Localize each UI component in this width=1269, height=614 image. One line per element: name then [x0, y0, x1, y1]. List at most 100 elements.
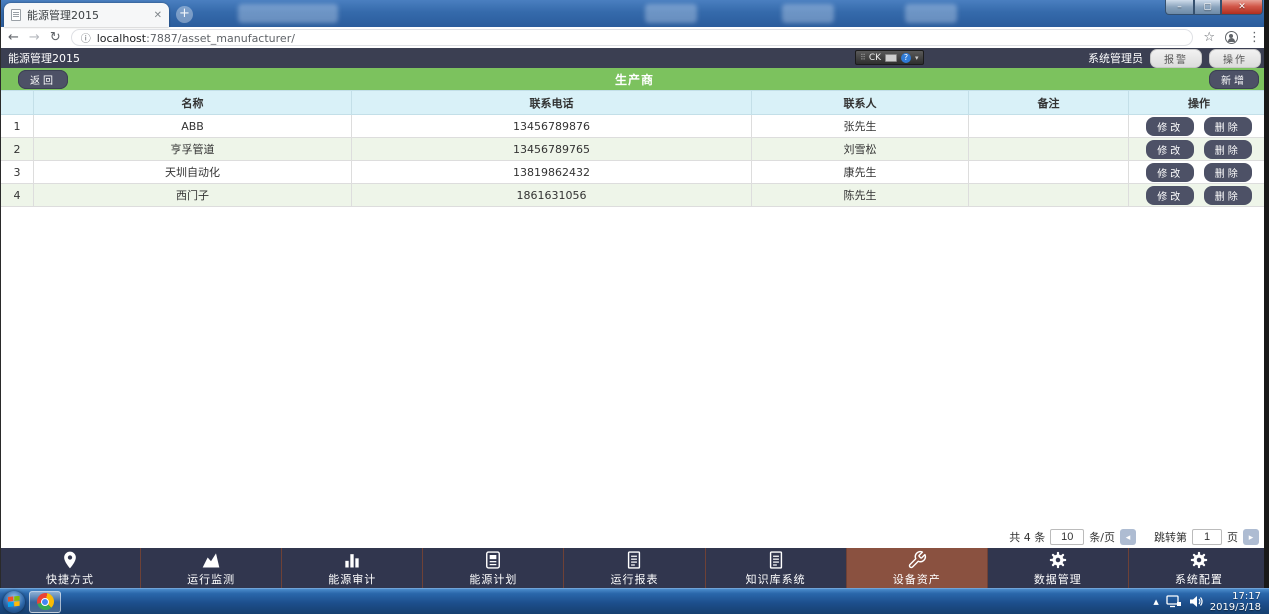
nav-item-equipment-assets[interactable]: 设备资产	[846, 548, 987, 588]
speaker-icon[interactable]	[1189, 595, 1203, 608]
nav-label: 快捷方式	[46, 571, 94, 587]
col-remark: 备注	[969, 91, 1129, 115]
profile-icon[interactable]	[1225, 31, 1238, 44]
app-header: 能源管理2015 ⠿ CK ? ▾ 系统管理员 报警 操作	[0, 48, 1269, 68]
modify-button[interactable]: 修改	[1146, 117, 1194, 136]
cell-contact: 陈先生	[752, 184, 969, 207]
cell-remark	[969, 161, 1129, 184]
delete-button[interactable]: 删除	[1204, 140, 1252, 159]
back-button[interactable]: 返回	[18, 70, 68, 89]
prev-page-button[interactable]: ◂	[1120, 529, 1136, 545]
cell-operation: 修改 删除	[1129, 161, 1269, 184]
table-row: 4 西门子 1861631056 陈先生 修改 删除	[1, 184, 1269, 207]
plan-doc-icon	[481, 550, 505, 570]
modify-button[interactable]: 修改	[1146, 186, 1194, 205]
add-button[interactable]: 新增	[1209, 70, 1259, 89]
window-edge	[1264, 0, 1269, 588]
network-icon[interactable]	[1166, 595, 1182, 608]
cell-contact: 张先生	[752, 115, 969, 138]
url-host: localhost	[97, 32, 146, 45]
window-edge	[0, 0, 1, 588]
cell-remark	[969, 115, 1129, 138]
nav-label: 数据管理	[1034, 571, 1082, 587]
taskbar-clock[interactable]: 17:17 2019/3/18	[1210, 591, 1261, 613]
col-operation: 操作	[1129, 91, 1269, 115]
nav-item-energy-audit[interactable]: 能源审计	[281, 548, 422, 588]
clock-time: 17:17	[1210, 591, 1261, 602]
glass-reflection	[238, 4, 338, 23]
start-button[interactable]	[3, 591, 25, 613]
page-info-icon[interactable]: ⓘ	[81, 30, 91, 45]
header-right: 系统管理员 报警 操作	[1088, 49, 1261, 68]
content-area: 共 4 条 条/页 ◂ 跳转第 页 ▸	[0, 207, 1269, 548]
next-page-button[interactable]: ▸	[1243, 529, 1259, 545]
ime-help-icon[interactable]: ?	[901, 53, 911, 63]
menu-icon[interactable]: ⋮	[1248, 31, 1261, 44]
delete-button[interactable]: 删除	[1204, 117, 1252, 136]
col-phone: 联系电话	[352, 91, 752, 115]
nav-label: 运行监测	[187, 571, 235, 587]
alarm-button[interactable]: 报警	[1150, 49, 1202, 68]
area-chart-icon	[199, 550, 223, 570]
minimize-button[interactable]: –	[1165, 0, 1194, 15]
delete-button[interactable]: 删除	[1204, 163, 1252, 182]
user-role-label: 系统管理员	[1088, 50, 1143, 66]
table-row: 3 天圳自动化 13819862432 康先生 修改 删除	[1, 161, 1269, 184]
modify-button[interactable]: 修改	[1146, 163, 1194, 182]
ime-grip-icon[interactable]: ⠿	[860, 53, 865, 62]
glass-reflection	[905, 4, 957, 23]
cell-phone: 1861631056	[352, 184, 752, 207]
maximize-button[interactable]: ▢	[1194, 0, 1221, 15]
browser-titlebar: 能源管理2015 ✕ + – ▢ ✕	[0, 0, 1269, 27]
wrench-icon	[905, 550, 929, 570]
tab-title: 能源管理2015	[27, 7, 148, 23]
address-bar[interactable]: ⓘ localhost:7887/asset_manufacturer/	[71, 29, 1194, 46]
cell-name: ABB	[34, 115, 352, 138]
col-contact: 联系人	[752, 91, 969, 115]
ime-arrow-icon[interactable]: ▾	[915, 54, 919, 62]
browser-tab[interactable]: 能源管理2015 ✕	[4, 3, 169, 27]
report-doc-icon	[764, 550, 788, 570]
row-index: 1	[1, 115, 34, 138]
page-number-input[interactable]	[1192, 529, 1222, 545]
table-row: 1 ABB 13456789876 张先生 修改 删除	[1, 115, 1269, 138]
reload-icon[interactable]: ↻	[50, 31, 61, 44]
gear-icon	[1187, 550, 1211, 570]
nav-item-reports[interactable]: 运行报表	[563, 548, 704, 588]
close-button[interactable]: ✕	[1221, 0, 1263, 15]
delete-button[interactable]: 删除	[1204, 186, 1252, 205]
nav-label: 运行报表	[610, 571, 658, 587]
nav-item-energy-plan[interactable]: 能源计划	[422, 548, 563, 588]
cell-phone: 13456789876	[352, 115, 752, 138]
page-size-input[interactable]	[1050, 529, 1084, 545]
report-doc-icon	[622, 550, 646, 570]
ime-keyboard-icon[interactable]	[885, 54, 897, 62]
cell-phone: 13819862432	[352, 161, 752, 184]
clock-date: 2019/3/18	[1210, 602, 1261, 613]
gear-icon	[1046, 550, 1070, 570]
row-index: 2	[1, 138, 34, 161]
nav-item-system-config[interactable]: 系统配置	[1128, 548, 1269, 588]
pagination: 共 4 条 条/页 ◂ 跳转第 页 ▸	[1009, 529, 1259, 545]
back-icon[interactable]: ←	[8, 31, 19, 44]
nav-item-quick-access[interactable]: 快捷方式	[0, 548, 140, 588]
glass-reflection	[645, 4, 697, 23]
nav-item-monitoring[interactable]: 运行监测	[140, 548, 281, 588]
app-title: 能源管理2015	[8, 50, 80, 66]
system-tray: ▲ 17:17 2019/3/18	[1153, 591, 1266, 613]
ime-toolbar[interactable]: ⠿ CK ? ▾	[855, 50, 924, 65]
nav-item-knowledge-base[interactable]: 知识库系统	[705, 548, 846, 588]
cell-operation: 修改 删除	[1129, 184, 1269, 207]
tray-expand-icon[interactable]: ▲	[1153, 598, 1158, 606]
chrome-taskbar-button[interactable]	[29, 591, 61, 613]
operate-button[interactable]: 操作	[1209, 49, 1261, 68]
tab-close-icon[interactable]: ✕	[154, 10, 162, 21]
bookmark-star-icon[interactable]: ☆	[1203, 31, 1215, 44]
ime-mode-label[interactable]: CK	[869, 53, 881, 63]
new-tab-button[interactable]: +	[176, 6, 193, 23]
location-pin-icon	[58, 550, 82, 570]
page-favicon-icon	[11, 9, 21, 21]
forward-icon[interactable]: →	[29, 31, 40, 44]
modify-button[interactable]: 修改	[1146, 140, 1194, 159]
nav-item-data-management[interactable]: 数据管理	[987, 548, 1128, 588]
